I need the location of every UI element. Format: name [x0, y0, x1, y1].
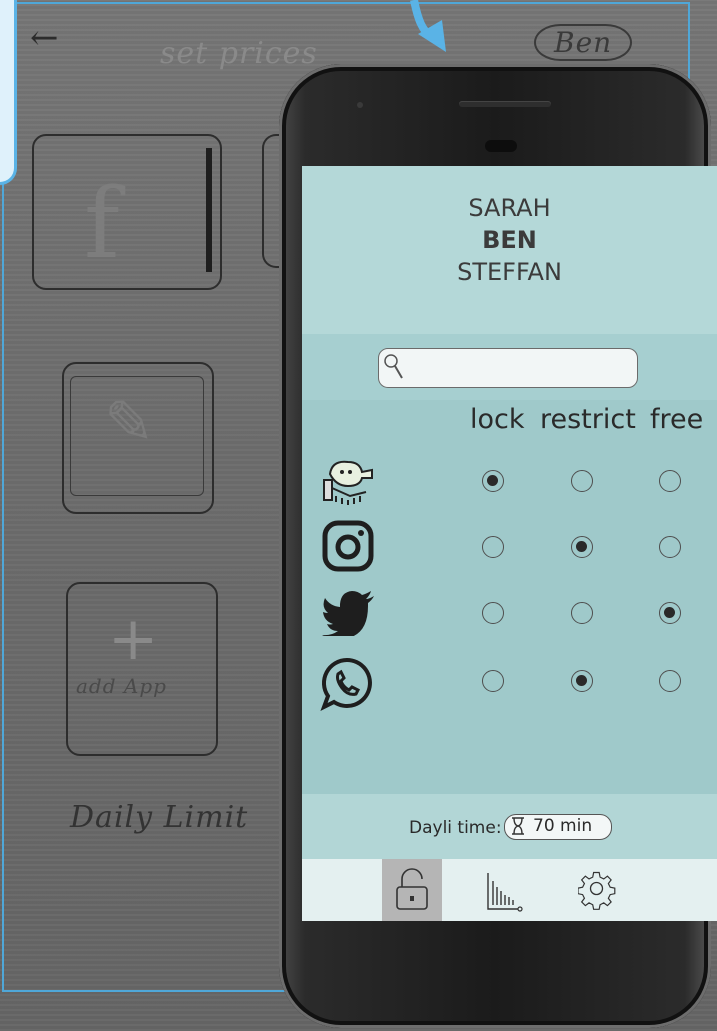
user-item-steffan[interactable]: STEFFAN — [302, 256, 717, 288]
settings-icon — [578, 871, 616, 910]
search-icon — [384, 354, 403, 379]
sketch-app-box: ✎ — [62, 362, 214, 514]
whatsapp-icon — [320, 656, 374, 717]
phone-earpiece — [485, 140, 517, 152]
radio-doodle-lock[interactable] — [482, 470, 504, 492]
search-band — [302, 334, 717, 400]
sketch-facebook-box: f — [32, 134, 222, 290]
sketch-daily-limit: Daily Limit — [70, 800, 249, 835]
pointer-arrow-icon — [410, 0, 446, 52]
user-selector: SARAH BEN STEFFAN — [302, 166, 717, 334]
radio-whatsapp-restrict[interactable] — [571, 670, 593, 692]
phone-camera — [357, 102, 363, 108]
radio-twitter-free[interactable] — [659, 602, 681, 624]
sketch-title: set prices — [160, 36, 318, 71]
app-screen: SARAH BEN STEFFAN lock restrict free Day… — [302, 166, 717, 921]
sketch-add-app-label: add App — [76, 674, 167, 698]
sketch-back-arrow: ← — [30, 18, 60, 58]
daily-time-field[interactable]: 70 min — [504, 814, 612, 840]
nav-lock[interactable] — [382, 859, 442, 921]
user-item-ben[interactable]: BEN — [302, 224, 717, 256]
instagram-icon — [322, 520, 374, 577]
radio-whatsapp-lock[interactable] — [482, 670, 504, 692]
nav-statistics[interactable] — [472, 859, 532, 921]
daily-time-bar: Dayli time: 70 min — [302, 794, 717, 859]
sketch-add-app-box: + add App — [66, 582, 218, 756]
sketch-plus-glyph: + — [108, 604, 159, 674]
daily-time-label: Dayli time: — [409, 818, 502, 838]
sketch-facebook-glyph: f — [84, 168, 120, 280]
sketch-user: Ben — [534, 24, 633, 61]
doodle-jump-icon — [320, 456, 376, 511]
daily-time-value: 70 min — [533, 816, 593, 836]
radio-instagram-restrict[interactable] — [571, 536, 593, 558]
chart-icon — [487, 873, 523, 912]
lock-icon — [396, 868, 428, 910]
phone-speaker — [459, 101, 551, 107]
radio-whatsapp-free[interactable] — [659, 670, 681, 692]
search-input[interactable] — [378, 348, 638, 388]
radio-twitter-lock[interactable] — [482, 602, 504, 624]
sketch-app-glyph: ✎ — [104, 388, 155, 458]
user-item-sarah[interactable]: SARAH — [302, 192, 717, 224]
twitter-icon — [322, 590, 376, 641]
callout-panel — [0, 0, 17, 185]
column-header-lock: lock — [470, 404, 525, 435]
radio-doodle-restrict[interactable] — [571, 470, 593, 492]
radio-instagram-free[interactable] — [659, 536, 681, 558]
radio-doodle-free[interactable] — [659, 470, 681, 492]
app-permission-table: lock restrict free — [302, 400, 717, 794]
nav-settings[interactable] — [566, 859, 626, 921]
phone-mockup: SARAH BEN STEFFAN lock restrict free Day… — [279, 64, 717, 1028]
column-header-restrict: restrict — [540, 404, 636, 435]
bottom-navigation — [302, 859, 717, 921]
column-header-free: free — [650, 404, 704, 435]
radio-instagram-lock[interactable] — [482, 536, 504, 558]
radio-twitter-restrict[interactable] — [571, 602, 593, 624]
hourglass-icon — [512, 817, 524, 835]
